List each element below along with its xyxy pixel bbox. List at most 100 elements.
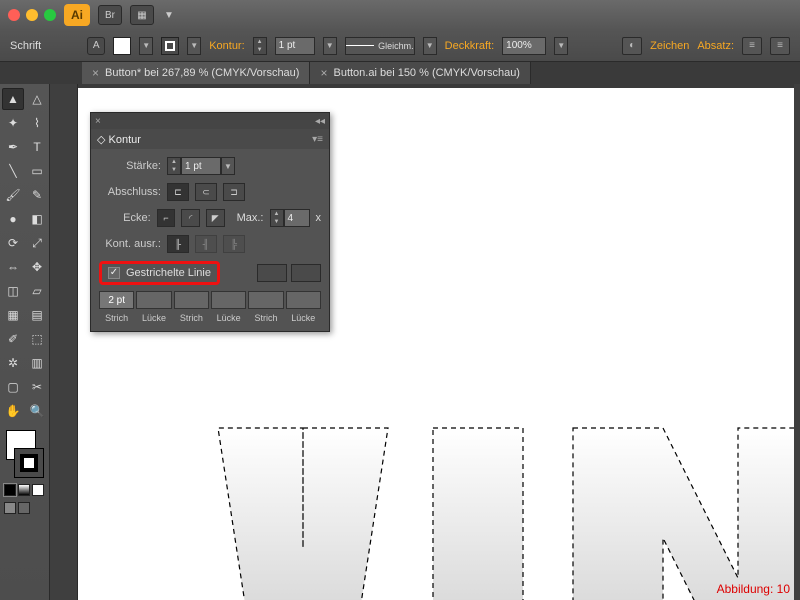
align-stroke-inside-button[interactable]: ╢	[195, 235, 217, 253]
align-left-button[interactable]: ≡	[742, 37, 762, 55]
type-tool[interactable]: T	[26, 136, 48, 158]
dash-field-1[interactable]	[136, 291, 171, 309]
kontur-link[interactable]: Kontur:	[209, 40, 244, 52]
opacity-link[interactable]: Deckkraft:	[445, 40, 495, 52]
weight-dropdown[interactable]: ▼	[221, 157, 235, 175]
lasso-tool[interactable]: ⌇	[26, 112, 48, 134]
eraser-tool[interactable]: ◧	[26, 208, 48, 230]
color-mode-solid[interactable]	[4, 484, 16, 496]
selection-tool[interactable]: ▲	[2, 88, 24, 110]
stroke-color-swatch[interactable]	[14, 448, 44, 478]
bridge-button[interactable]: Br	[98, 5, 122, 25]
paintbrush-tool[interactable]: 🖌	[2, 184, 24, 206]
blend-tool[interactable]: ⬚	[26, 328, 48, 350]
character-link[interactable]: Zeichen	[650, 40, 689, 52]
close-tab-icon[interactable]: ×	[92, 66, 99, 80]
weight-stepper[interactable]: ▲▼ 1 pt ▼	[167, 157, 235, 175]
stroke-swatch[interactable]	[161, 37, 179, 55]
document-tab[interactable]: × Button* bei 267,89 % (CMYK/Vorschau)	[82, 62, 310, 84]
stroke-weight-dropdown[interactable]: ▼	[323, 37, 337, 55]
eyedropper-tool[interactable]: ✐	[2, 328, 24, 350]
dash-align-exact-button[interactable]	[257, 264, 287, 282]
cap-projecting-button[interactable]: ⊐	[223, 183, 245, 201]
dashed-line-label: Gestrichelte Linie	[126, 267, 211, 279]
arrange-dropdown-icon[interactable]: ▼	[162, 10, 176, 21]
magic-wand-tool[interactable]: ✦	[2, 112, 24, 134]
dashed-line-checkbox[interactable]: ✓	[108, 267, 120, 279]
dash-field-2[interactable]	[174, 291, 209, 309]
rectangle-tool[interactable]: ▭	[26, 160, 48, 182]
corner-round-button[interactable]: ◜	[181, 209, 200, 227]
direct-selection-tool[interactable]: △	[26, 88, 48, 110]
align-stroke-label: Kont. ausr.:	[99, 238, 161, 250]
screen-mode-normal[interactable]	[4, 502, 16, 514]
document-tab[interactable]: × Button.ai bei 150 % (CMYK/Vorschau)	[310, 62, 531, 84]
panel-titlebar[interactable]: × ◂◂	[91, 113, 329, 129]
dash-field-5[interactable]	[286, 291, 321, 309]
pencil-tool[interactable]: ✎	[26, 184, 48, 206]
align-stroke-outside-button[interactable]: ╠	[223, 235, 245, 253]
weight-field[interactable]: 1 pt	[181, 157, 221, 175]
fill-dropdown[interactable]: ▼	[139, 37, 153, 55]
paragraph-link[interactable]: Absatz:	[697, 40, 734, 52]
zoom-tool[interactable]: 🔍	[26, 400, 48, 422]
stroke-weight-stepper[interactable]: ▲▼	[253, 37, 267, 55]
miter-limit-label: Max.:	[237, 212, 264, 224]
scale-tool[interactable]: ⤢	[26, 232, 48, 254]
dash-col-label: Lücke	[136, 311, 171, 323]
panel-menu-icon[interactable]: ▾≡	[312, 134, 323, 145]
dash-field-4[interactable]	[248, 291, 283, 309]
shape-builder-tool[interactable]: ◫	[2, 280, 24, 302]
screen-mode-full[interactable]	[18, 502, 30, 514]
miter-field[interactable]: 4	[284, 209, 310, 227]
corner-bevel-button[interactable]: ◤	[206, 209, 225, 227]
hand-tool[interactable]: ✋	[2, 400, 24, 422]
panel-tab-kontur[interactable]: ◇ Kontur	[97, 133, 141, 146]
perspective-tool[interactable]: ▱	[26, 280, 48, 302]
free-transform-tool[interactable]: ✥	[26, 256, 48, 278]
align-stroke-center-button[interactable]: ╟	[167, 235, 189, 253]
panel-close-icon[interactable]: ×	[95, 116, 101, 127]
char-format-icon[interactable]: A	[87, 37, 105, 55]
line-tool[interactable]: ╲	[2, 160, 24, 182]
stroke-weight-field[interactable]: 1 pt	[275, 37, 315, 55]
arrange-documents-button[interactable]: ▦	[130, 5, 154, 25]
opacity-dropdown[interactable]: ▼	[554, 37, 568, 55]
miter-stepper[interactable]: ▲▼ 4	[270, 209, 310, 227]
figure-caption: Abbildung: 10	[717, 582, 790, 596]
cap-round-button[interactable]: ⊂	[195, 183, 217, 201]
corner-miter-button[interactable]: ⌐	[157, 209, 176, 227]
recolor-button[interactable]: ◐	[622, 37, 642, 55]
fill-stroke-swatch[interactable]	[2, 428, 48, 480]
stroke-dropdown[interactable]: ▼	[187, 37, 201, 55]
dash-field-3[interactable]	[211, 291, 246, 309]
color-mode-gradient[interactable]	[18, 484, 30, 496]
panel-collapse-icon[interactable]: ◂◂	[315, 116, 325, 127]
close-tab-icon[interactable]: ×	[320, 66, 327, 80]
color-mode-none[interactable]	[32, 484, 44, 496]
zoom-window-button[interactable]	[44, 9, 56, 21]
close-window-button[interactable]	[8, 9, 20, 21]
opacity-field[interactable]: 100%	[502, 37, 546, 55]
width-tool[interactable]: ⇔	[2, 256, 24, 278]
blob-brush-tool[interactable]: ●	[2, 208, 24, 230]
graph-tool[interactable]: ▥	[26, 352, 48, 374]
dash-align-corners-button[interactable]	[291, 264, 321, 282]
miter-suffix: x	[316, 212, 322, 224]
align-center-button[interactable]: ≡	[770, 37, 790, 55]
rotate-tool[interactable]: ⟳	[2, 232, 24, 254]
mesh-tool[interactable]: ▦	[2, 304, 24, 326]
dash-col-label: Lücke	[211, 311, 246, 323]
gradient-tool[interactable]: ▤	[26, 304, 48, 326]
artboard-tool[interactable]: ▢	[2, 376, 24, 398]
cap-butt-button[interactable]: ⊏	[167, 183, 189, 201]
stroke-profile-dd-icon[interactable]: ▼	[423, 37, 437, 55]
dash-field-0[interactable]: 2 pt	[99, 291, 134, 309]
symbol-sprayer-tool[interactable]: ✲	[2, 352, 24, 374]
slice-tool[interactable]: ✂	[26, 376, 48, 398]
fill-swatch[interactable]	[113, 37, 131, 55]
minimize-window-button[interactable]	[26, 9, 38, 21]
stroke-profile-dropdown[interactable]: Gleichm.	[345, 37, 415, 55]
dash-col-label: Strich	[174, 311, 209, 323]
pen-tool[interactable]: ✒	[2, 136, 24, 158]
